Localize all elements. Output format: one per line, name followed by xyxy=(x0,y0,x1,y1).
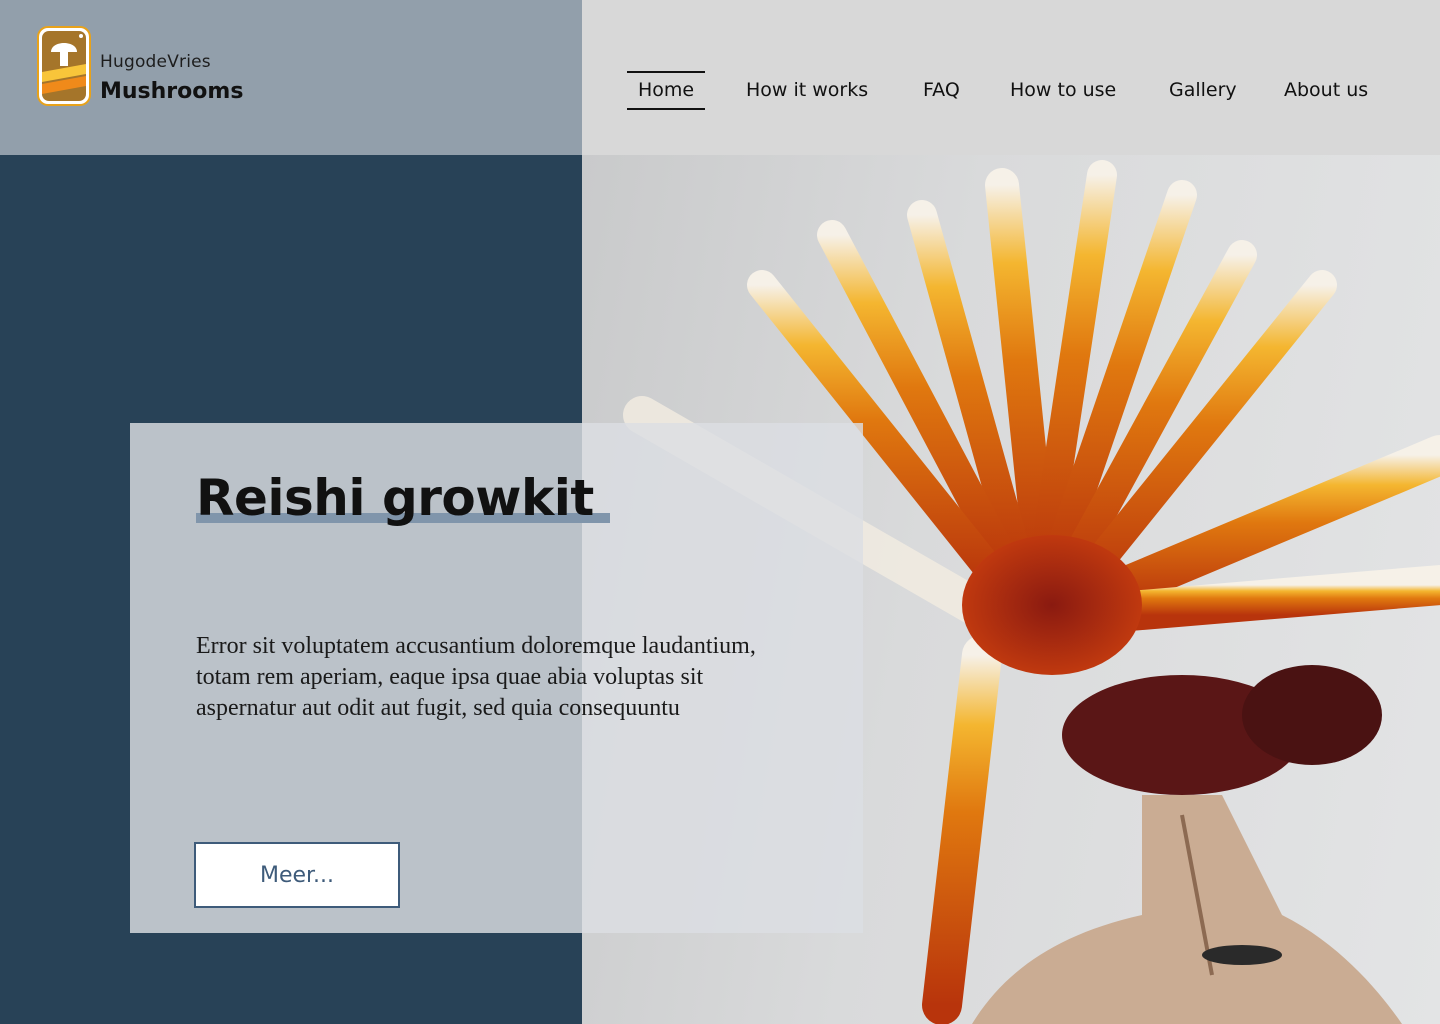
brand-top-label: HugodeVries xyxy=(100,52,211,72)
hero-body-text: Error sit voluptatem accusantium dolorem… xyxy=(196,633,756,721)
meer-button[interactable]: Meer... xyxy=(194,842,400,908)
nav-home[interactable]: Home xyxy=(627,71,706,110)
nav-about-us[interactable]: About us xyxy=(1284,71,1368,110)
nav-faq[interactable]: FAQ xyxy=(923,71,960,110)
nav-gallery[interactable]: Gallery xyxy=(1169,71,1237,110)
nav-how-to-use[interactable]: How to use xyxy=(1010,71,1116,110)
brand-main-label[interactable]: Mushrooms xyxy=(100,79,243,104)
hero-card: Reishi growkit Error sit voluptatem accu… xyxy=(130,423,863,933)
nav-how-it-works[interactable]: How it works xyxy=(746,71,868,110)
hero-title: Reishi growkit xyxy=(196,469,594,527)
mushroom-logo-icon[interactable] xyxy=(37,26,91,106)
